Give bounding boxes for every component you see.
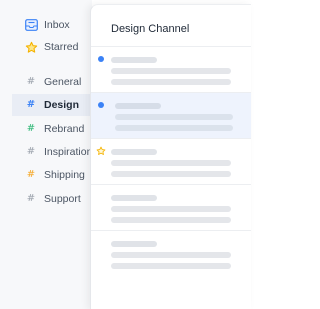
inbox-icon — [24, 18, 38, 32]
sidebar-item-rebrand[interactable]: # Rebrand — [12, 118, 92, 140]
hash-icon: # — [26, 193, 36, 204]
sender-placeholder — [111, 195, 157, 201]
star-icon — [24, 40, 38, 54]
sender-placeholder — [111, 149, 157, 155]
sender-placeholder — [115, 103, 161, 109]
list-item[interactable] — [91, 139, 251, 185]
preview-placeholder — [111, 263, 231, 269]
sidebar-item-label: Inspiration — [44, 146, 93, 158]
sidebar-item-inspiration[interactable]: # Inspiration — [12, 141, 93, 163]
mail-app: Inbox Starred # General # Design # Rebra… — [0, 0, 251, 309]
list-item[interactable] — [91, 231, 251, 277]
sidebar-item-shipping[interactable]: # Shipping — [12, 164, 92, 186]
sidebar-item-support[interactable]: # Support — [12, 188, 92, 210]
sidebar-item-label: Support — [44, 193, 81, 205]
page-title: Design Channel — [111, 23, 190, 35]
sidebar: Inbox Starred # General # Design # Rebra… — [0, 0, 92, 309]
preview-placeholder — [111, 171, 231, 177]
subject-placeholder — [111, 206, 231, 212]
sidebar-item-label: Rebrand — [44, 123, 85, 135]
subject-placeholder — [115, 114, 233, 120]
subject-placeholder — [111, 160, 231, 166]
sidebar-item-label: Starred — [44, 41, 79, 53]
hash-icon: # — [26, 169, 36, 180]
list-item[interactable] — [91, 185, 251, 231]
list-item[interactable] — [91, 93, 251, 139]
sidebar-item-label: Shipping — [44, 169, 85, 181]
unread-dot-icon — [98, 102, 104, 108]
hash-icon: # — [26, 99, 36, 110]
sidebar-item-label: Design — [44, 99, 80, 111]
hash-icon: # — [26, 76, 36, 87]
sender-placeholder — [111, 57, 157, 63]
subject-placeholder — [111, 68, 231, 74]
preview-placeholder — [115, 125, 233, 131]
sidebar-item-general[interactable]: # General — [12, 71, 92, 93]
sidebar-item-label: Inbox — [44, 19, 70, 31]
sidebar-item-design[interactable]: # Design — [12, 94, 92, 116]
sidebar-item-label: General — [44, 76, 82, 88]
unread-dot-icon — [98, 56, 104, 62]
preview-placeholder — [111, 79, 231, 85]
sender-placeholder — [111, 241, 157, 247]
subject-placeholder — [111, 252, 231, 258]
preview-placeholder — [111, 217, 231, 223]
list-item[interactable] — [91, 47, 251, 93]
star-icon[interactable] — [96, 146, 106, 156]
hash-icon: # — [26, 123, 36, 134]
sidebar-item-starred[interactable]: Starred — [12, 36, 92, 58]
sidebar-item-inbox[interactable]: Inbox — [12, 14, 92, 36]
channel-panel: Design Channel — [90, 4, 251, 309]
hash-icon: # — [26, 146, 36, 157]
